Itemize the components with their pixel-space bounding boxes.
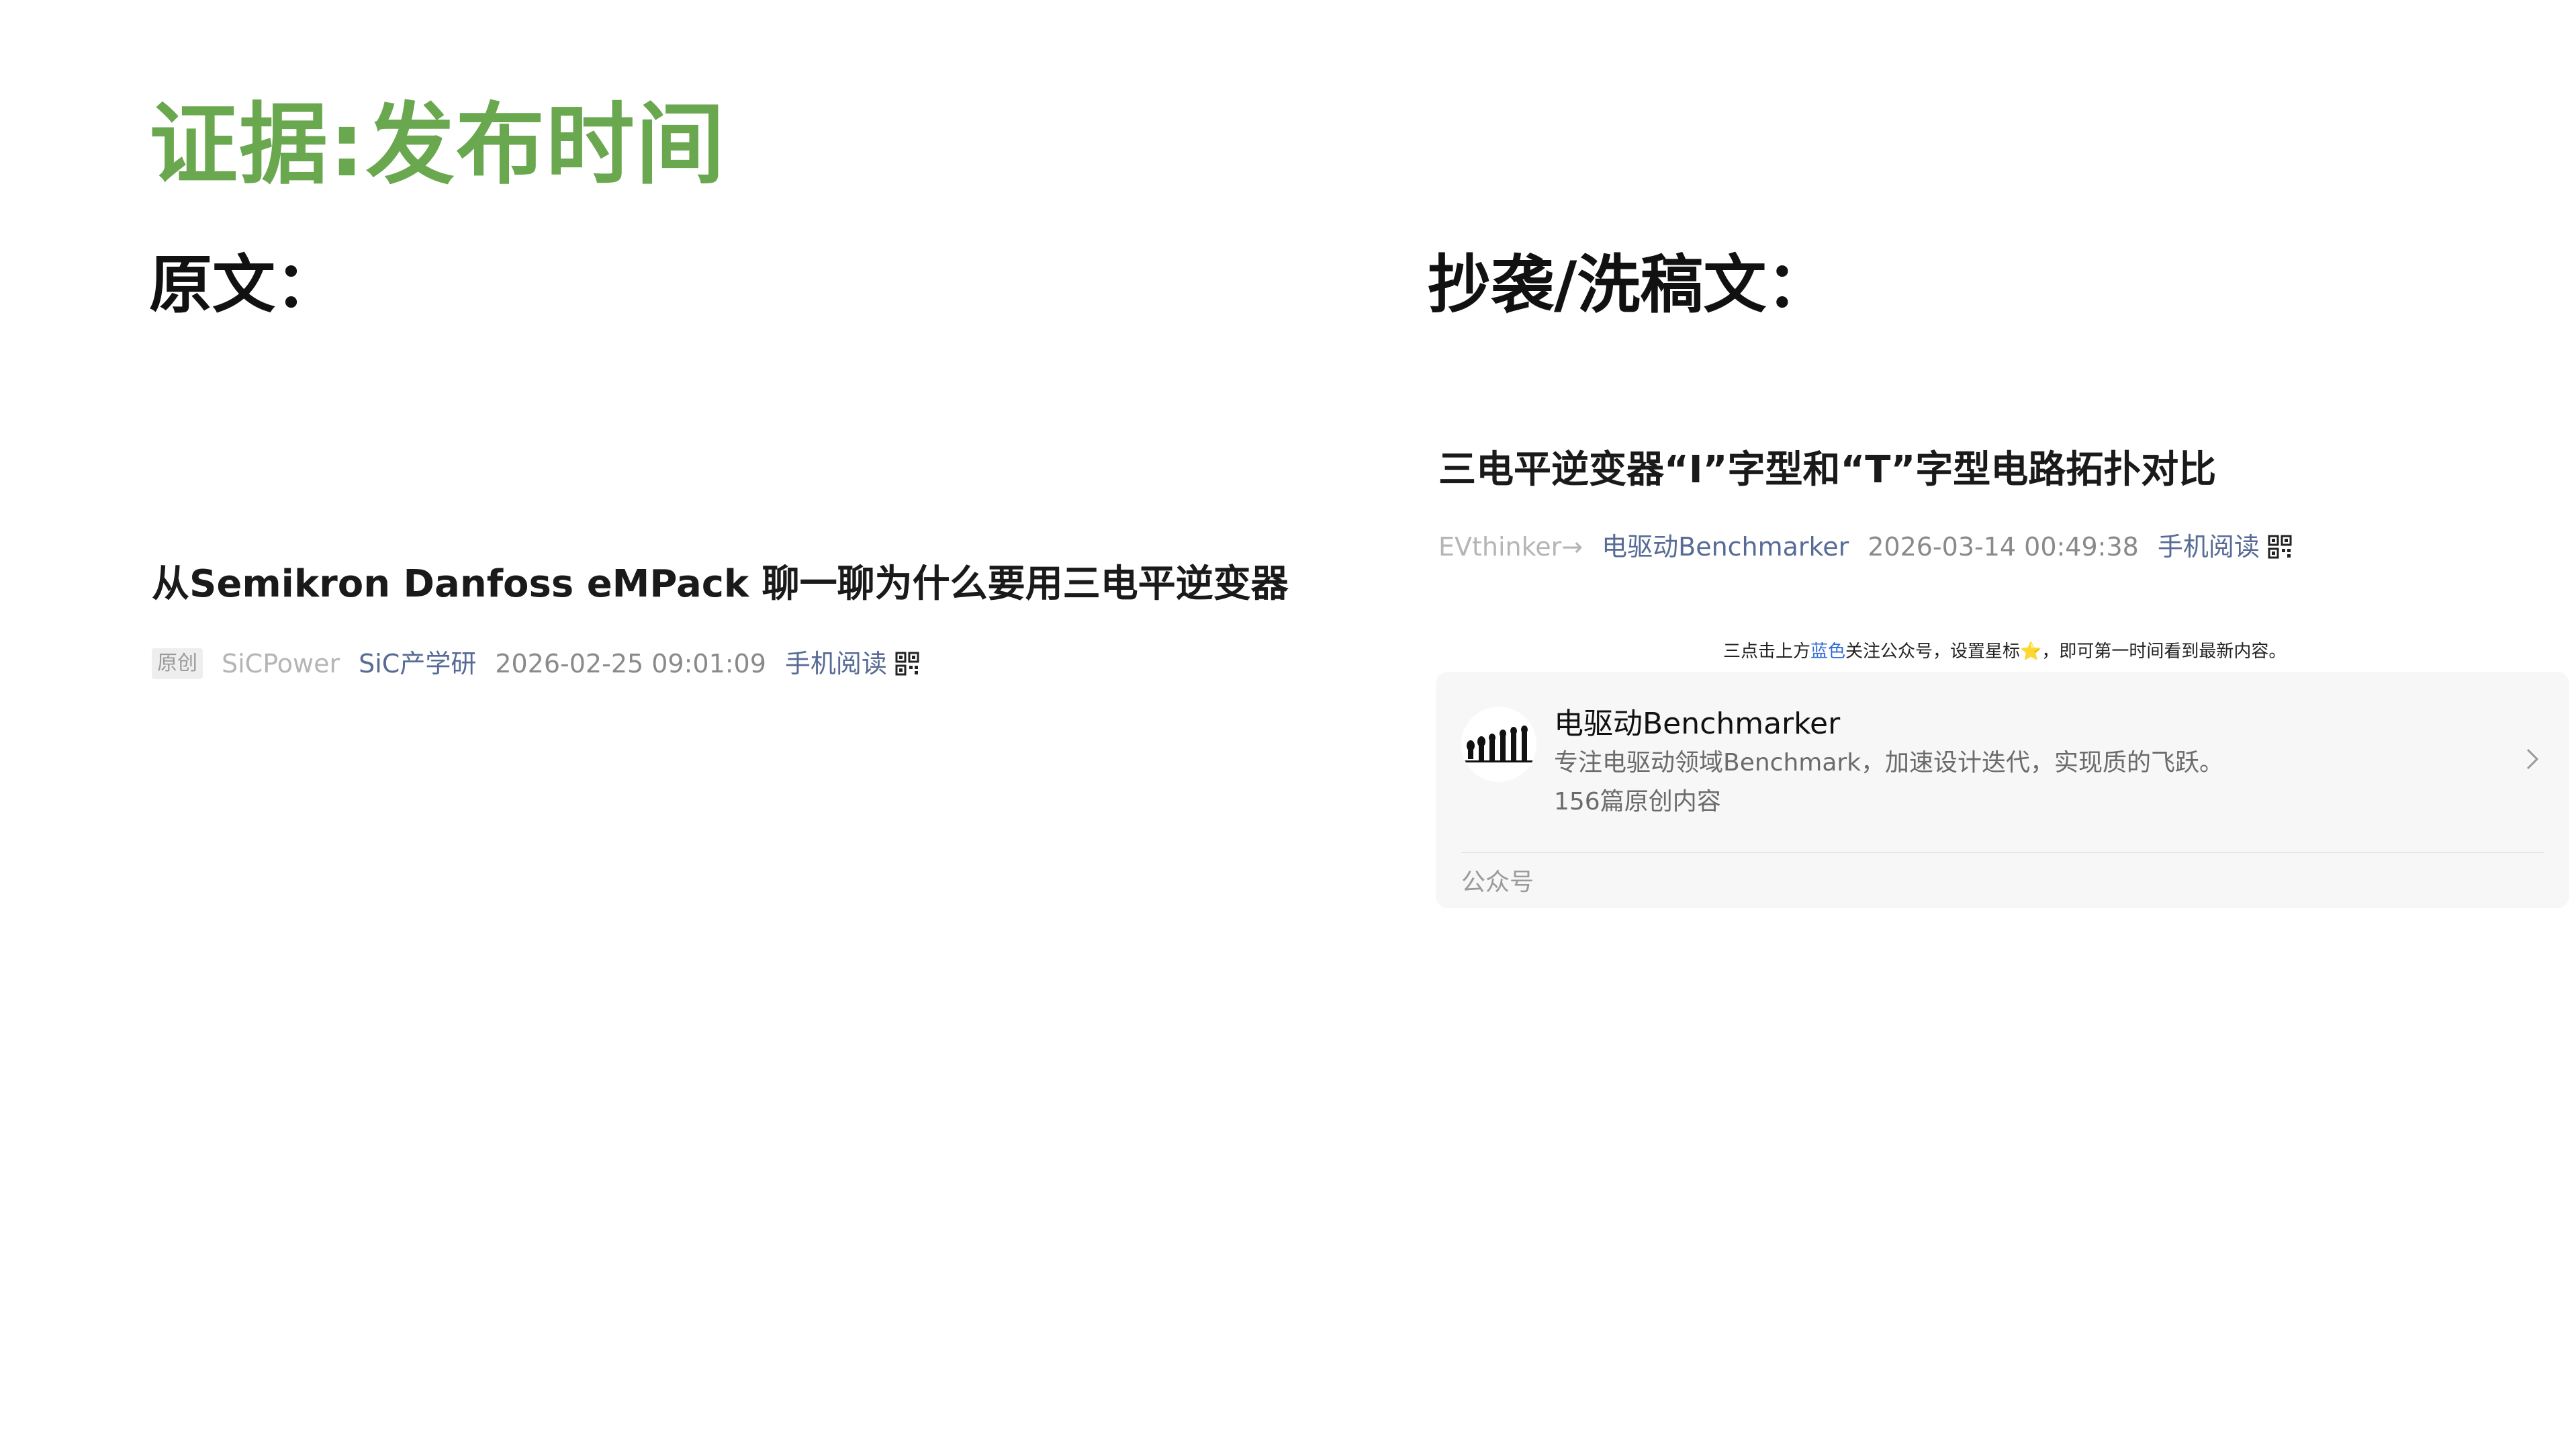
- original-mobile-read-link[interactable]: 手机阅读: [785, 651, 887, 676]
- copy-account-link[interactable]: 电驱动Benchmarker: [1602, 534, 1849, 560]
- follow-note-prefix: 三点击上方: [1723, 642, 1811, 662]
- qr-code-icon[interactable]: [895, 652, 919, 676]
- original-article-title: 从Semikron Danfoss eMPack 聊一聊为什么要用三电平逆变器: [152, 562, 1289, 606]
- copy-datetime: 2026-03-14 00:49:38: [1868, 532, 2139, 562]
- account-card-divider: [1461, 852, 2544, 853]
- follow-note: 三点击上方蓝色关注公众号，设置星标⭐，即可第一时间看到最新内容。: [1723, 643, 2286, 660]
- copy-article-meta: EVthinker→ 电驱动Benchmarker 2026-03-14 00:…: [1438, 534, 2292, 560]
- account-name: 电驱动Benchmarker: [1554, 707, 1841, 741]
- original-article-meta: 原创 SiCPower SiC产学研 2026-02-25 09:01:09 手…: [152, 648, 919, 679]
- follow-note-suffix: 关注公众号，设置星标⭐，即可第一时间看到最新内容。: [1845, 642, 2287, 662]
- original-datetime: 2026-02-25 09:01:09: [495, 649, 766, 678]
- original-heading: 原文：: [149, 249, 339, 322]
- original-account-link[interactable]: SiC产学研: [359, 651, 476, 676]
- copy-heading: 抄袭/洗稿文：: [1428, 249, 1830, 322]
- qr-code-icon[interactable]: [2268, 535, 2292, 559]
- account-card[interactable]: 电驱动Benchmarker 专注电驱动领域Benchmark，加速设计迭代，实…: [1436, 672, 2569, 908]
- account-type-label: 公众号: [1461, 869, 1534, 896]
- account-description: 专注电驱动领域Benchmark，加速设计迭代，实现质的飞跃。: [1554, 749, 2224, 777]
- slide-title: 证据:发布时间: [149, 93, 726, 197]
- original-author: SiCPower: [222, 649, 340, 678]
- copy-article-title: 三电平逆变器“I”字型和“T”字型电路拓扑对比: [1438, 448, 2217, 492]
- evolution-silhouette-icon: [1464, 726, 1534, 762]
- original-tag: 原创: [152, 648, 203, 679]
- copy-author: EVthinker→: [1438, 532, 1583, 562]
- follow-note-highlight: 蓝色: [1810, 642, 1846, 662]
- chevron-right-icon[interactable]: [2522, 746, 2542, 773]
- account-article-count: 156篇原创内容: [1554, 788, 1721, 816]
- copy-mobile-read-link[interactable]: 手机阅读: [2158, 534, 2260, 560]
- account-avatar: [1461, 707, 1536, 782]
